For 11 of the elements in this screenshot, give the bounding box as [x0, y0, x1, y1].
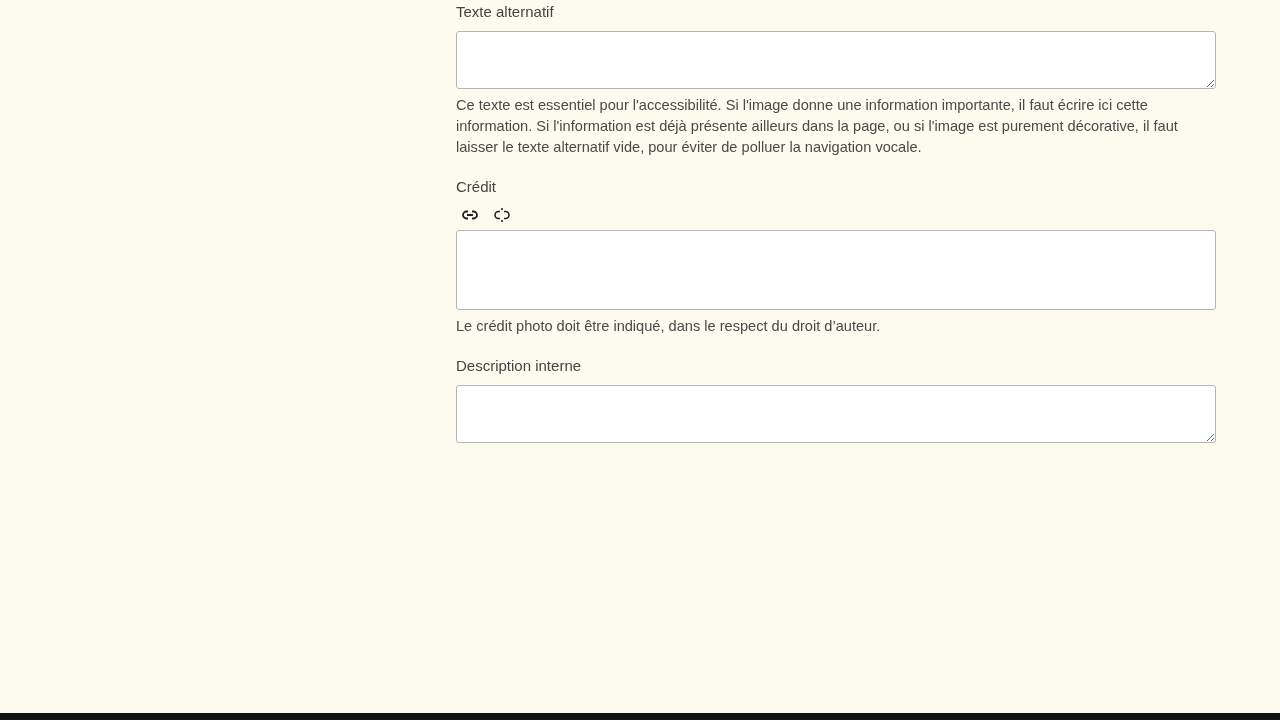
help-text: Ce texte est essentiel pour l'accessibilité. Si l'image donne une information importante, il faut écrire ici cette information. Si l'information est déjà présente ailleurs dans la page, ou si l'image est purement décorative, il faut laisser le texte alternatif vide, pour éviter de polluer la navigation vocale.: [456, 96, 1179, 157]
field-label: Description interne: [456, 356, 583, 376]
unlink-icon: [494, 207, 510, 223]
rich-text-field[interactable]: [456, 230, 1216, 310]
link-icon: [462, 210, 478, 220]
text-area[interactable]: [456, 31, 1216, 89]
unlink-button[interactable]: [492, 206, 512, 224]
text-area[interactable]: [456, 385, 1216, 443]
field-label: Crédit: [456, 177, 497, 197]
field-label: Texte alternatif: [456, 2, 555, 22]
help-text: Le crédit photo doit être indiqué, dans le respect du droit d’auteur.: [456, 317, 882, 336]
